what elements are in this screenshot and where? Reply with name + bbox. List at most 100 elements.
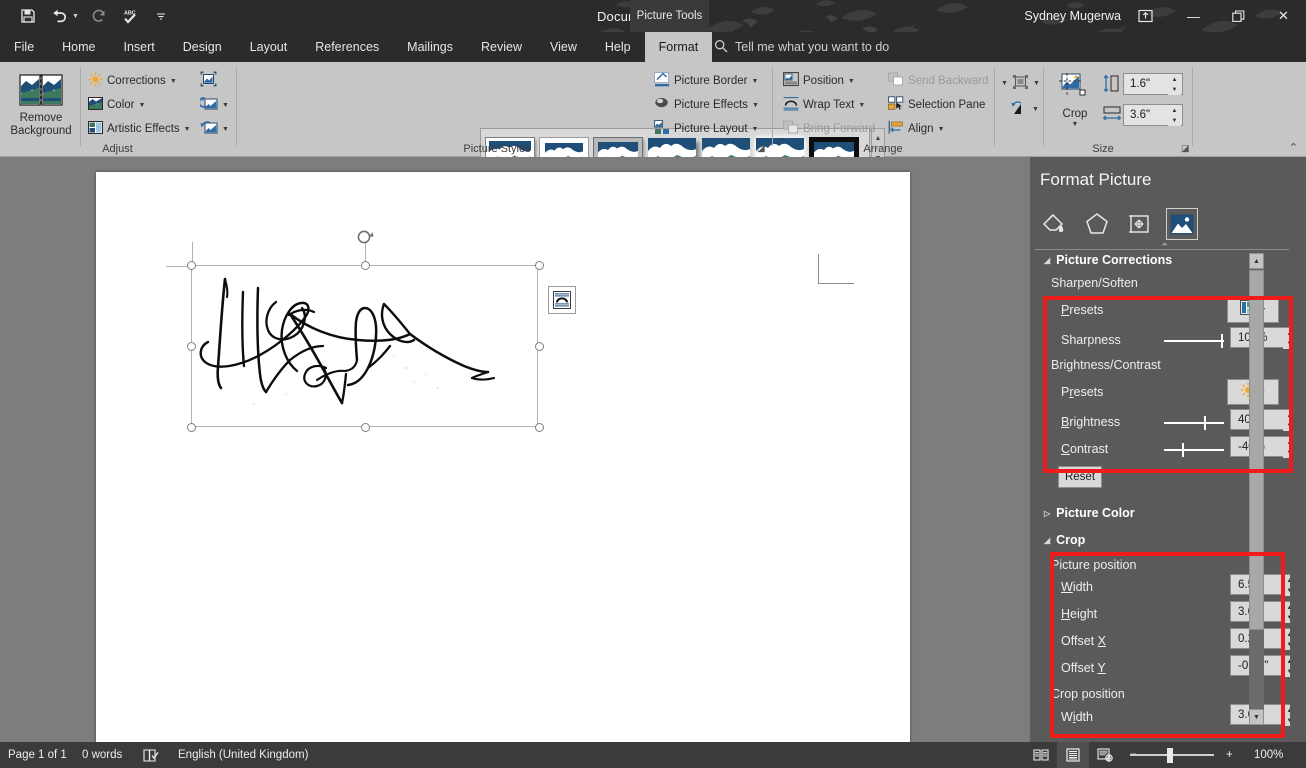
ribbon-tab-home[interactable]: Home xyxy=(48,32,109,62)
resize-handle-middle-left[interactable] xyxy=(187,342,196,351)
chevron-down-icon[interactable]: ▼ xyxy=(138,102,145,109)
resize-handle-top-left[interactable] xyxy=(187,261,196,270)
fill-and-line-icon[interactable] xyxy=(1038,208,1070,240)
collapse-ribbon-icon[interactable]: ⌃ xyxy=(1289,141,1298,154)
page-info[interactable]: Page 1 of 1 xyxy=(8,742,67,768)
section-header-picture-color[interactable]: ▷ Picture Color xyxy=(1044,506,1135,520)
wrap-text-button[interactable]: Wrap Text ▼ xyxy=(783,94,865,116)
web-layout-icon[interactable] xyxy=(1089,742,1121,768)
reset-button[interactable]: Reset xyxy=(1058,466,1102,488)
brightness-slider[interactable] xyxy=(1164,416,1224,430)
panel-scrollbar[interactable]: ▲ ▼ xyxy=(1249,253,1264,725)
color-button[interactable]: Color ▼ xyxy=(88,94,145,116)
chevron-down-icon[interactable]: ▼ xyxy=(222,102,229,109)
chevron-down-icon[interactable]: ▼ xyxy=(1001,80,1008,87)
proofing-errors-icon[interactable] xyxy=(143,742,159,768)
chevron-down-icon[interactable]: ▼ xyxy=(184,126,191,133)
remove-background-button[interactable]: Remove Background xyxy=(10,74,72,139)
selected-picture-frame[interactable] xyxy=(191,265,538,427)
scrollbar-thumb[interactable] xyxy=(1249,270,1264,630)
ribbon-tab-view[interactable]: View xyxy=(536,32,591,62)
ribbon-tab-review[interactable]: Review xyxy=(467,32,536,62)
corrections-button[interactable]: Corrections ▼ xyxy=(88,70,177,92)
position-button[interactable]: Position ▼ xyxy=(783,70,855,92)
section-header-picture-corrections[interactable]: ◢ Picture Corrections xyxy=(1044,253,1172,267)
crop-picture-height-spinner[interactable]: ▲▼ xyxy=(1283,603,1290,623)
minimize-button[interactable]: — xyxy=(1171,0,1216,32)
rotate-handle[interactable] xyxy=(356,228,374,246)
ribbon-tab-references[interactable]: References xyxy=(301,32,393,62)
chevron-down-icon[interactable]: ▼ xyxy=(848,78,855,85)
size-dialog-launcher[interactable]: ◪ xyxy=(1181,143,1190,154)
chevron-down-icon[interactable]: ▼ xyxy=(938,126,945,133)
resize-handle-bottom-left[interactable] xyxy=(187,423,196,432)
resize-handle-top-center[interactable] xyxy=(361,261,370,270)
tell-me-search[interactable]: Tell me what you want to do xyxy=(714,32,889,62)
align-button[interactable]: Align ▼ xyxy=(888,118,945,140)
shape-height-spinner[interactable]: ▲▼ xyxy=(1168,75,1181,95)
zoom-level[interactable]: 100% xyxy=(1254,742,1283,768)
resize-handle-top-right[interactable] xyxy=(535,261,544,270)
compress-pictures-button[interactable] xyxy=(200,70,217,92)
sharpness-spinner[interactable]: ▲▼ xyxy=(1283,329,1290,349)
change-picture-button[interactable]: ▼ xyxy=(200,94,229,116)
chevron-down-icon[interactable]: ▼ xyxy=(170,78,177,85)
ribbon-display-options-icon[interactable] xyxy=(1136,8,1154,24)
artistic-effects-button[interactable]: Artistic Effects ▼ xyxy=(88,118,191,140)
ribbon-tab-design[interactable]: Design xyxy=(169,32,236,62)
picture-effects-button[interactable]: Picture Effects ▼ xyxy=(654,94,759,116)
print-layout-icon[interactable] xyxy=(1057,742,1089,768)
account-user-name[interactable]: Sydney Mugerwa xyxy=(1024,0,1121,32)
crop-position-width-spinner[interactable]: ▲▼ xyxy=(1283,706,1290,726)
shape-width-spinner[interactable]: ▲▼ xyxy=(1168,106,1181,126)
resize-handle-middle-right[interactable] xyxy=(535,342,544,351)
effects-icon[interactable] xyxy=(1081,208,1113,240)
layout-properties-icon[interactable] xyxy=(1124,208,1156,240)
ribbon-tab-help[interactable]: Help xyxy=(591,32,645,62)
read-mode-icon[interactable] xyxy=(1025,742,1057,768)
contrast-spinner[interactable]: ▲▼ xyxy=(1283,438,1290,458)
chevron-down-icon[interactable]: ▼ xyxy=(752,102,759,109)
chevron-down-icon[interactable]: ▼ xyxy=(752,78,759,85)
ribbon-tab-format[interactable]: Format xyxy=(645,32,713,62)
resize-handle-bottom-center[interactable] xyxy=(361,423,370,432)
close-button[interactable]: ✕ xyxy=(1261,0,1306,32)
picture-layout-button[interactable]: Picture Layout ▼ xyxy=(654,118,758,140)
ribbon-tab-layout[interactable]: Layout xyxy=(236,32,302,62)
chevron-down-icon[interactable]: ▼ xyxy=(752,126,759,133)
section-header-crop[interactable]: ◢ Crop xyxy=(1044,533,1085,547)
reset-picture-button[interactable]: ▼ xyxy=(200,118,229,140)
resize-handle-bottom-right[interactable] xyxy=(535,423,544,432)
selection-pane-button[interactable]: Selection Pane xyxy=(888,94,985,116)
chevron-down-icon[interactable]: ▼ xyxy=(858,102,865,109)
restore-button[interactable] xyxy=(1216,0,1261,32)
contrast-slider[interactable] xyxy=(1164,443,1224,457)
ribbon-tab-file[interactable]: File xyxy=(0,32,48,62)
zoom-slider-knob[interactable] xyxy=(1167,748,1173,763)
word-count[interactable]: 0 words xyxy=(82,742,122,768)
ribbon-tab-insert[interactable]: Insert xyxy=(110,32,169,62)
scroll-down-icon[interactable]: ▼ xyxy=(1249,709,1264,725)
sharpness-slider[interactable] xyxy=(1164,334,1224,348)
zoom-in-button[interactable]: + xyxy=(1226,742,1233,768)
crop-offset-y-spinner[interactable]: ▲▼ xyxy=(1283,657,1290,677)
rotate-objects-button[interactable]: ▼ xyxy=(1011,98,1039,120)
chevron-down-icon[interactable]: ▼ xyxy=(222,126,229,133)
picture-styles-dialog-launcher[interactable]: ◪ xyxy=(757,143,766,154)
layout-options-button[interactable] xyxy=(548,286,576,314)
brightness-spinner[interactable]: ▲▼ xyxy=(1283,411,1290,431)
crop-picture-width-spinner[interactable]: ▲▼ xyxy=(1283,576,1290,596)
ribbon-tab-mailings[interactable]: Mailings xyxy=(393,32,467,62)
picture-border-button[interactable]: Picture Border ▼ xyxy=(654,70,758,92)
chevron-down-icon[interactable]: ▼ xyxy=(1072,121,1079,129)
chevron-down-icon[interactable]: ▼ xyxy=(1033,80,1040,87)
shape-height-field[interactable]: 1.6" ▲▼ xyxy=(1123,73,1183,95)
group-objects-button[interactable]: ▼ ▼ xyxy=(1001,72,1040,94)
document-page[interactable] xyxy=(96,172,910,742)
scroll-up-icon[interactable]: ▲ xyxy=(1249,253,1264,269)
shape-width-field[interactable]: 3.6" ▲▼ xyxy=(1123,104,1183,126)
picture-icon[interactable] xyxy=(1166,208,1198,240)
chevron-down-icon[interactable]: ▼ xyxy=(1032,106,1039,113)
crop-offset-x-spinner[interactable]: ▲▼ xyxy=(1283,630,1290,650)
crop-button[interactable]: Crop ▼ xyxy=(1053,72,1097,129)
